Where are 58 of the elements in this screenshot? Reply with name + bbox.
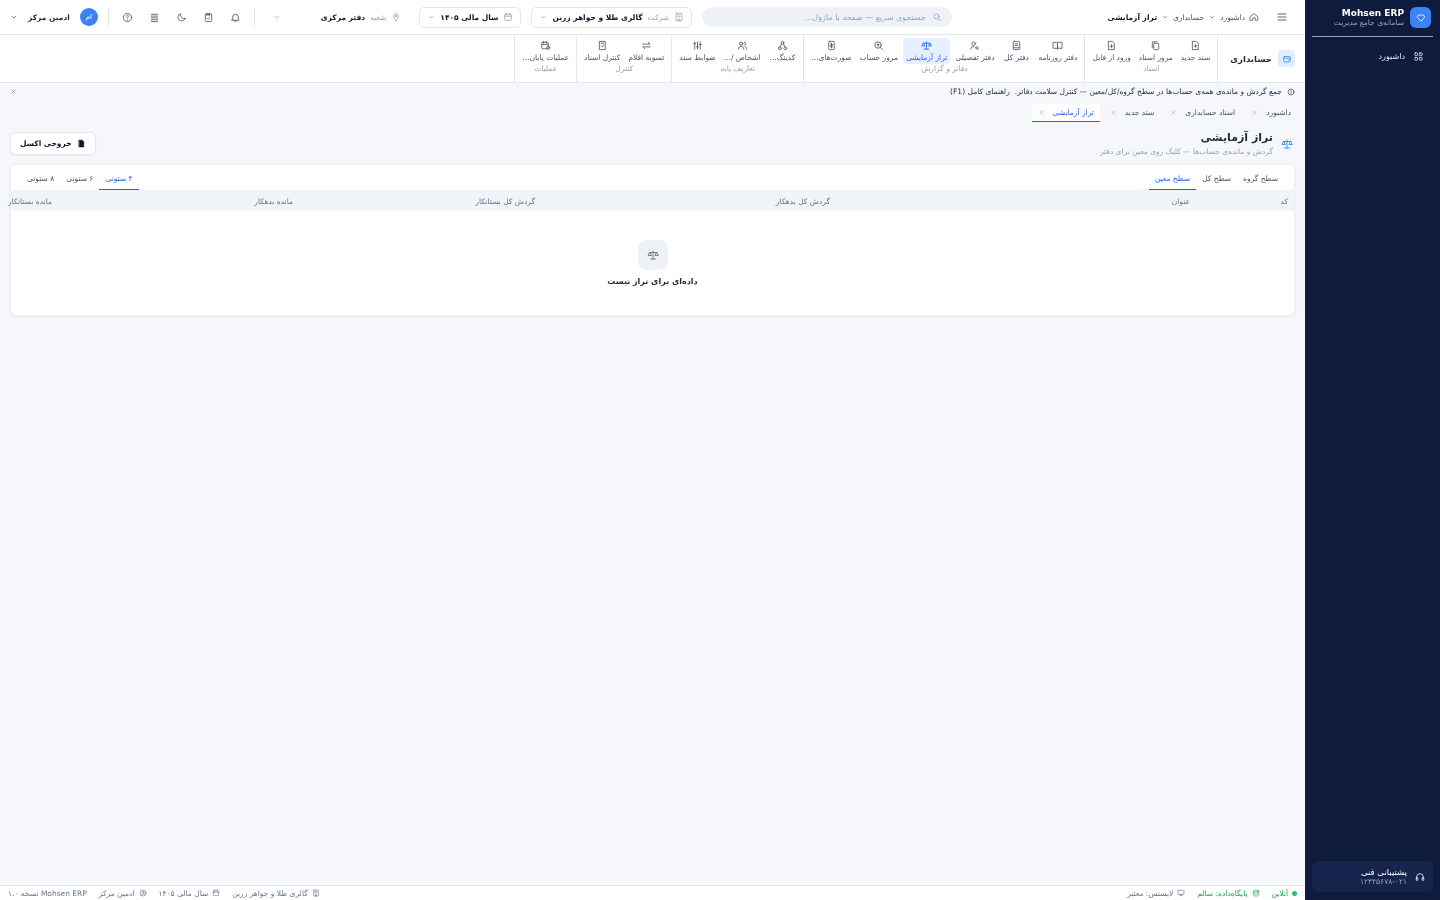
bell-icon (229, 11, 241, 23)
calendar-icon (503, 12, 514, 22)
list-icon (148, 11, 160, 23)
moon-icon (175, 11, 187, 23)
close-icon (1109, 109, 1117, 116)
calendar-clock-icon (540, 40, 552, 51)
menu-icon (1276, 11, 1288, 23)
empty-message: داده‌ای برای تراز نیست (607, 277, 698, 286)
ledger-icon (1011, 40, 1022, 51)
close-icon (1251, 109, 1259, 116)
grid-icon (1413, 51, 1424, 62)
file-plus-icon (1190, 40, 1202, 51)
page-title: تراز آزمایشی (1199, 131, 1273, 144)
close-icon (10, 88, 17, 95)
calendar-icon (212, 889, 221, 897)
ribbon-title: حسابداری (1230, 53, 1272, 64)
scale-icon (646, 249, 659, 261)
info-icon (1287, 87, 1295, 96)
zoom-icon (873, 40, 885, 51)
scale-icon (1281, 137, 1293, 150)
file-check-icon (596, 40, 608, 51)
sliders-icon (692, 40, 704, 51)
building-icon (311, 889, 320, 897)
headset-icon (1415, 871, 1425, 882)
chevron-icon (539, 13, 548, 21)
chevron-icon (1208, 13, 1217, 21)
chevron-icon (272, 13, 281, 21)
close-button[interactable] (10, 88, 17, 95)
chevron-icon (10, 13, 18, 21)
search-field[interactable]: جستجوی سریع — صفحه یا ماژول... (701, 7, 952, 27)
search-icon (931, 12, 942, 22)
chevron-icon (427, 13, 436, 21)
pin-icon (391, 12, 402, 22)
close-icon (1037, 109, 1045, 116)
file-icon (76, 139, 86, 148)
scale-icon (921, 40, 933, 51)
chevron-icon (1160, 13, 1169, 21)
close-icon (1170, 109, 1178, 116)
receipt-icon (825, 40, 837, 51)
clipboard-icon (202, 11, 214, 23)
monitor-icon (1177, 889, 1186, 897)
file-import-icon (1106, 40, 1118, 51)
help-icon (121, 11, 133, 23)
files-icon (1150, 40, 1162, 51)
user-icon (138, 889, 147, 897)
building-icon (673, 12, 684, 22)
database-icon (1251, 889, 1260, 897)
gem-icon (1415, 12, 1426, 23)
book-icon (1052, 40, 1064, 51)
sidebar-item[interactable]: داشبورد (1312, 41, 1433, 72)
hierarchy-icon (776, 40, 788, 51)
status-dot (1292, 890, 1297, 896)
home-icon (1249, 12, 1259, 22)
support-title: پشتیبانی فنی (1359, 867, 1407, 877)
user-search-icon (969, 40, 981, 51)
swap-icon (640, 40, 652, 51)
users-icon (736, 40, 748, 51)
brand-name: Mohsen ERP (1340, 8, 1404, 18)
